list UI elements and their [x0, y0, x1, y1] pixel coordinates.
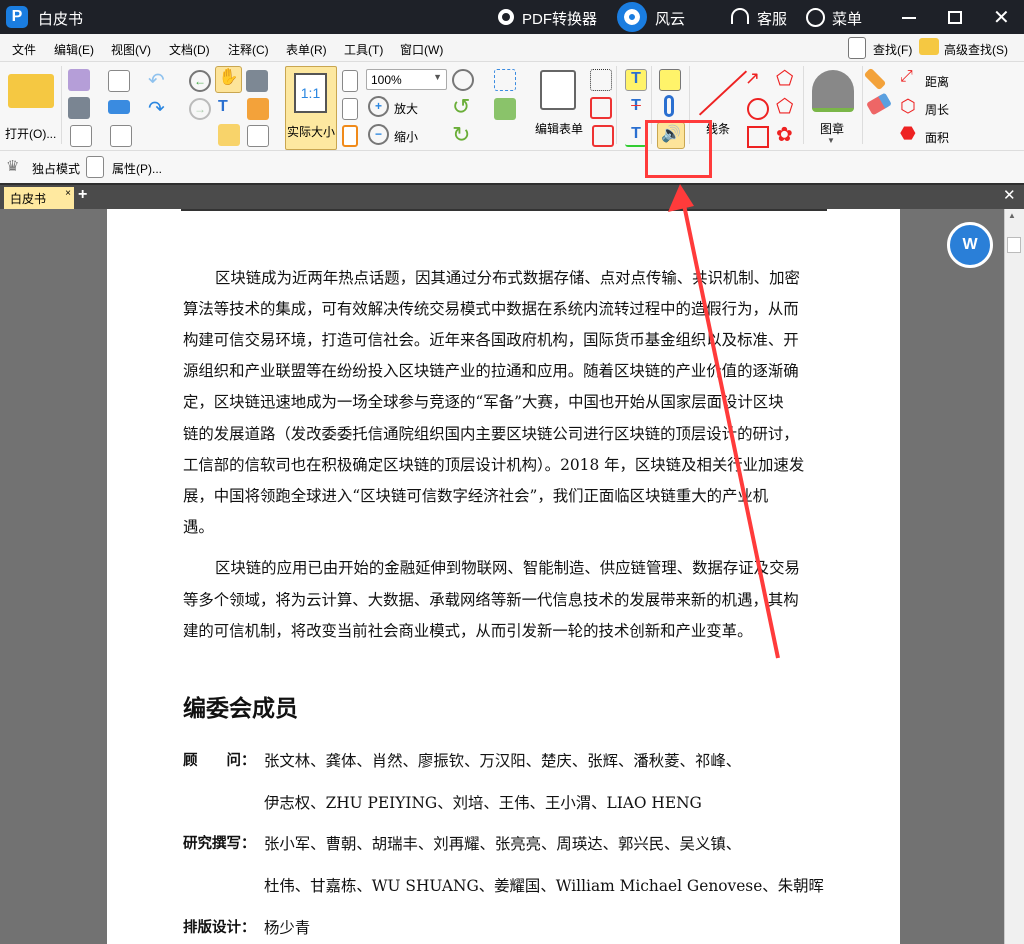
annotation-arrow — [668, 184, 780, 659]
